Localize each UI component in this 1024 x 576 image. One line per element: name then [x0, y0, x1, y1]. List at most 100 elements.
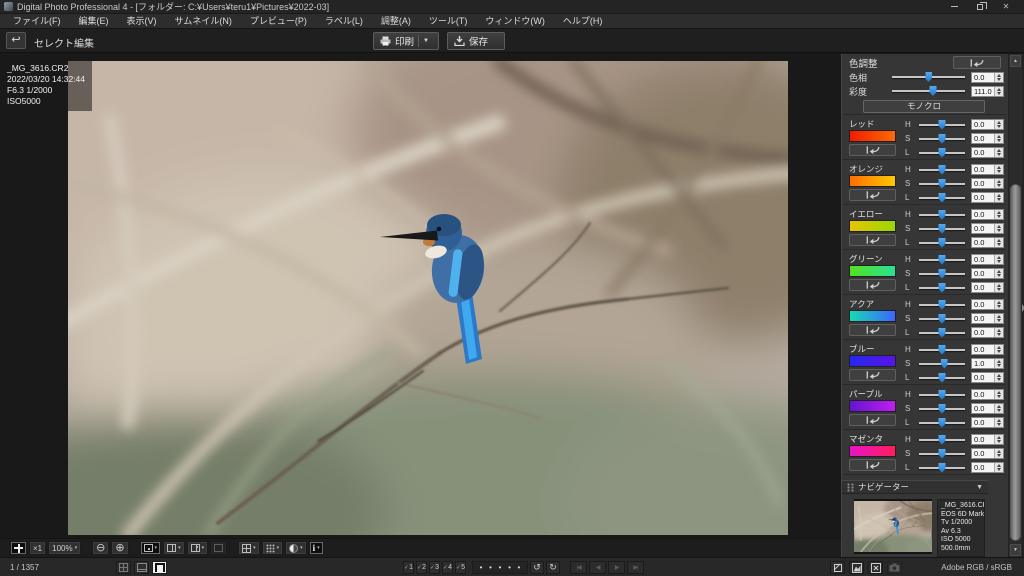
spinner[interactable] [994, 224, 1003, 233]
zoom-in-button[interactable]: ⊕ [111, 541, 129, 555]
red-l-slider[interactable] [918, 147, 966, 159]
print-button[interactable]: 印刷 ▼ [373, 32, 439, 50]
slider-thumb[interactable] [938, 448, 946, 459]
orange-s-valuebox[interactable]: 0.0 [971, 178, 1004, 189]
actual-size-button[interactable]: ×1 [29, 541, 47, 555]
navigator-thumbnail[interactable] [854, 499, 932, 554]
close-button[interactable]: ✕ [1000, 2, 1012, 12]
channel-reset-button[interactable] [849, 414, 896, 426]
rating-dot-icon[interactable]: • [489, 563, 492, 572]
menu-item-5[interactable]: ラベル(L) [316, 14, 372, 29]
zoom-out-button[interactable]: ⊖ [92, 541, 110, 555]
magenta-h-valuebox[interactable]: 0.0 [971, 434, 1004, 445]
aqua-s-slider[interactable] [918, 313, 966, 325]
scroll-up-icon[interactable]: ▲ [1010, 55, 1021, 67]
preview-view-button[interactable] [152, 561, 167, 574]
reset-all-button[interactable] [953, 56, 1001, 69]
slider-thumb[interactable] [938, 237, 946, 248]
zoom-level-select[interactable]: 100% ▾ [48, 541, 82, 555]
aqua-l-slider[interactable] [918, 327, 966, 339]
slider-thumb[interactable] [938, 147, 946, 158]
slider-thumb[interactable] [938, 313, 946, 324]
stamp-tool-button[interactable] [868, 561, 883, 574]
yellow-l-slider[interactable] [918, 237, 966, 249]
spinner[interactable] [994, 148, 1003, 157]
thumbnail-info-view-button[interactable] [134, 561, 149, 574]
highlight-warning-button[interactable]: ▾ [285, 541, 307, 555]
aqua-s-valuebox[interactable]: 0.0 [971, 313, 1004, 324]
blue-h-valuebox[interactable]: 0.0 [971, 344, 1004, 355]
slider-thumb[interactable] [938, 434, 946, 445]
spinner[interactable] [994, 390, 1003, 399]
spinner[interactable] [994, 238, 1003, 247]
menu-item-0[interactable]: ファイル(F) [4, 14, 70, 29]
purple-h-valuebox[interactable]: 0.0 [971, 389, 1004, 400]
navigator-header[interactable]: ナビゲーター ▼ [842, 480, 988, 494]
red-s-valuebox[interactable]: 0.0 [971, 133, 1004, 144]
next-image-button[interactable]: ▶ [608, 561, 625, 574]
last-image-button[interactable]: ▶| [627, 561, 644, 574]
spinner[interactable] [994, 210, 1003, 219]
slider-thumb[interactable] [938, 178, 946, 189]
slider-thumb[interactable] [938, 403, 946, 414]
spinner[interactable] [994, 269, 1003, 278]
red-h-valuebox[interactable]: 0.0 [971, 119, 1004, 130]
slider-thumb[interactable] [938, 389, 946, 400]
navigator-collapse-icon[interactable]: ▼ [976, 484, 983, 491]
yellow-s-slider[interactable] [918, 223, 966, 235]
rating-dot-icon[interactable]: • [499, 563, 502, 572]
orange-h-valuebox[interactable]: 0.0 [971, 164, 1004, 175]
spinner[interactable] [994, 134, 1003, 143]
blue-s-valuebox[interactable]: 1.0 [971, 358, 1004, 369]
split-view-button[interactable]: ▾ [186, 541, 209, 555]
check-mark-1-button[interactable]: ✓ 1 [403, 561, 414, 574]
channel-reset-button[interactable] [849, 324, 896, 336]
panel-scrollbar[interactable]: ▲ ▼ [1008, 54, 1022, 557]
save-button[interactable]: 保存 [447, 32, 505, 50]
info-overlay-button[interactable]: i ▾ [308, 541, 324, 555]
spinner[interactable] [994, 463, 1003, 472]
slider-thumb[interactable] [938, 119, 946, 130]
green-l-valuebox[interactable]: 0.0 [971, 282, 1004, 293]
photo-canvas[interactable] [68, 61, 788, 535]
magenta-s-valuebox[interactable]: 0.0 [971, 448, 1004, 459]
orange-l-slider[interactable] [918, 192, 966, 204]
green-s-slider[interactable] [918, 268, 966, 280]
magenta-l-slider[interactable] [918, 462, 966, 474]
spinner[interactable] [994, 255, 1003, 264]
green-s-valuebox[interactable]: 0.0 [971, 268, 1004, 279]
slider-thumb[interactable] [938, 209, 946, 220]
red-s-slider[interactable] [918, 133, 966, 145]
slider-thumb[interactable] [929, 86, 937, 96]
pixel-grid-button[interactable]: ▾ [261, 541, 284, 555]
slider-thumb[interactable] [938, 268, 946, 279]
rating-dot-icon[interactable]: • [480, 563, 483, 572]
slider-thumb[interactable] [938, 372, 946, 383]
magenta-l-valuebox[interactable]: 0.0 [971, 462, 1004, 473]
blue-l-valuebox[interactable]: 0.0 [971, 372, 1004, 383]
slider-thumb[interactable] [938, 344, 946, 355]
orange-s-slider[interactable] [918, 178, 966, 190]
purple-s-valuebox[interactable]: 0.0 [971, 403, 1004, 414]
spinner[interactable] [994, 449, 1003, 458]
slider-thumb[interactable] [938, 417, 946, 428]
menu-item-1[interactable]: 編集(E) [70, 14, 118, 29]
scrollbar-thumb[interactable] [1010, 184, 1021, 541]
spinner[interactable] [994, 72, 1003, 82]
yellow-h-slider[interactable] [918, 209, 966, 221]
magenta-h-slider[interactable] [918, 434, 966, 446]
slider-thumb[interactable] [938, 462, 946, 473]
yellow-s-valuebox[interactable]: 0.0 [971, 223, 1004, 234]
spinner[interactable] [994, 300, 1003, 309]
slider-thumb[interactable] [938, 192, 946, 203]
blue-l-slider[interactable] [918, 372, 966, 384]
saturation-valuebox[interactable]: 111.0 [971, 85, 1004, 97]
spinner[interactable] [994, 404, 1003, 413]
menu-item-7[interactable]: ツール(T) [420, 14, 477, 29]
trimming-tool-button[interactable] [830, 561, 845, 574]
check-mark-2-button[interactable]: ✓ 2 [416, 561, 427, 574]
slider-thumb[interactable] [938, 299, 946, 310]
spinner[interactable] [994, 120, 1003, 129]
fit-to-window-button[interactable] [10, 541, 27, 555]
spinner[interactable] [994, 314, 1003, 323]
